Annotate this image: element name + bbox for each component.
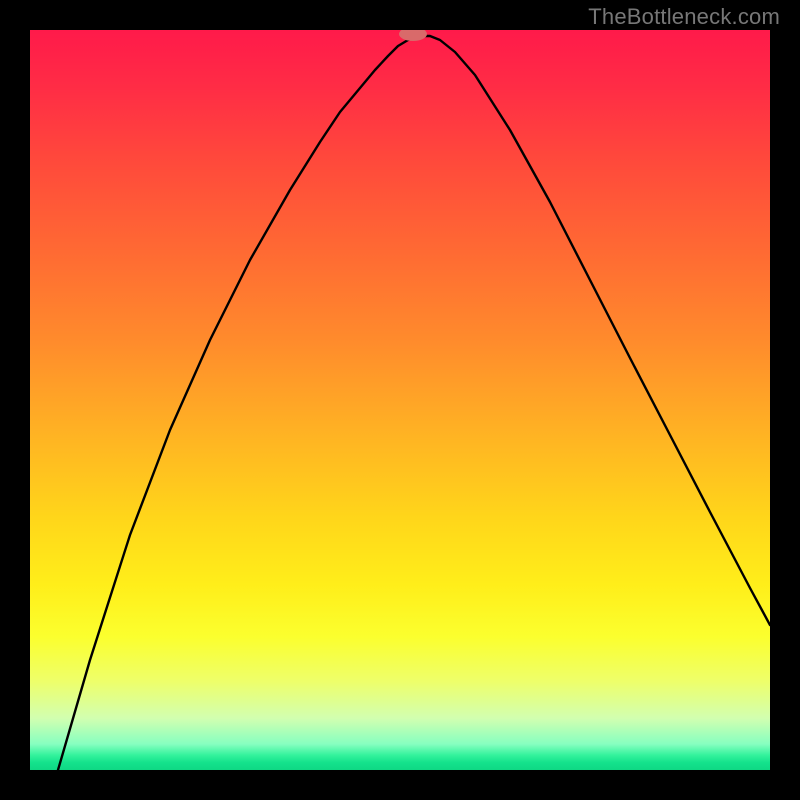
plot-area [30,30,770,770]
chart-frame: TheBottleneck.com [0,0,800,800]
watermark-text: TheBottleneck.com [588,4,780,30]
optimum-marker [399,30,427,41]
curve-svg [30,30,770,770]
bottleneck-curve [58,36,770,770]
